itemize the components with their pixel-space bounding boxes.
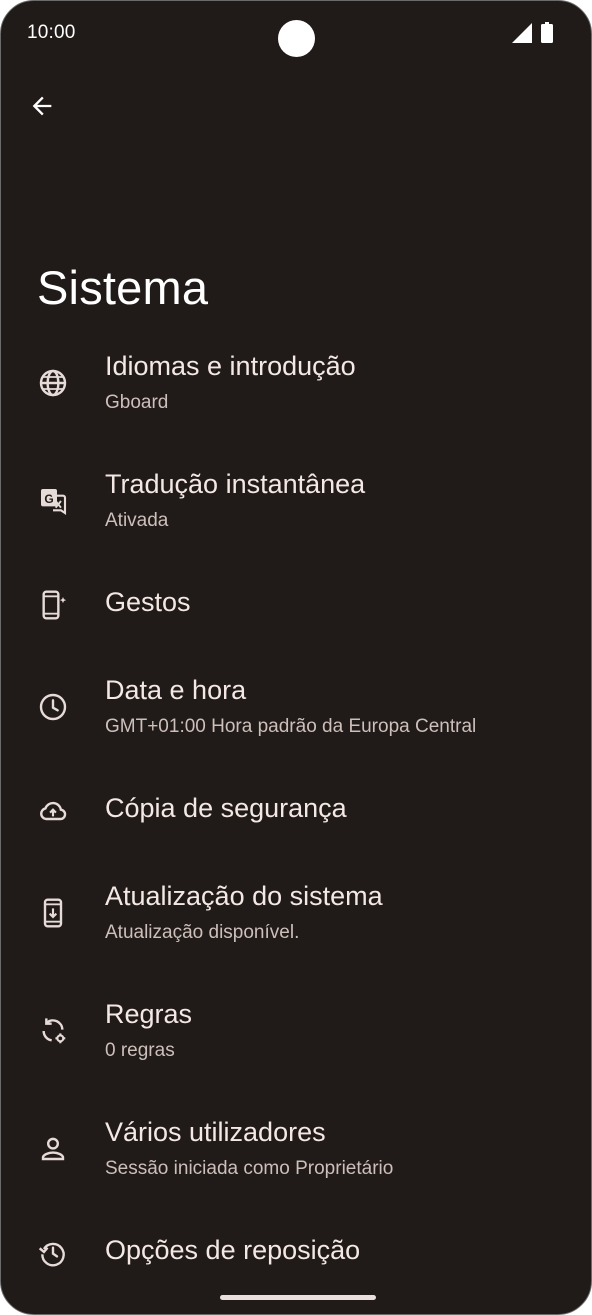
item-title: Tradução instantânea	[105, 469, 366, 499]
item-subtitle: Ativada	[105, 510, 169, 531]
arrow-back-icon	[32, 96, 52, 116]
item-subtitle: Atualização disponível.	[105, 922, 300, 943]
settings-item-languages[interactable]: Idiomas e introdução Gboard	[1, 331, 591, 441]
home-indicator[interactable]	[220, 1295, 376, 1300]
item-title: Data e hora	[105, 675, 247, 705]
gestures-phone-icon	[42, 590, 67, 620]
front-camera	[278, 20, 315, 57]
item-subtitle: Gboard	[105, 392, 169, 413]
translate-icon: G	[41, 489, 67, 515]
svg-text:G: G	[44, 492, 53, 506]
settings-item-rules[interactable]: Regras 0 regras	[1, 979, 591, 1089]
item-title: Regras	[105, 999, 193, 1029]
item-title: Idiomas e introdução	[105, 351, 356, 381]
settings-item-live-translate[interactable]: G Tradução instantânea Ativada	[1, 449, 591, 559]
settings-item-reset-options[interactable]: Opções de reposição	[1, 1215, 591, 1295]
status-time: 10:00	[27, 22, 76, 43]
item-title: Vários utilizadores	[105, 1117, 326, 1147]
globe-icon	[39, 369, 67, 397]
page-title: Sistema	[37, 261, 209, 315]
settings-item-multiple-users[interactable]: Vários utilizadores Sessão iniciada como…	[1, 1097, 591, 1207]
item-title: Opções de reposição	[105, 1235, 361, 1265]
back-button[interactable]	[21, 85, 63, 127]
settings-item-date-time[interactable]: Data e hora GMT+01:00 Hora padrão da Eur…	[1, 655, 591, 765]
system-update-icon	[43, 898, 63, 928]
cloud-upload-icon	[40, 801, 67, 821]
item-subtitle: Sessão iniciada como Proprietário	[105, 1158, 394, 1179]
settings-item-system-update[interactable]: Atualização do sistema Atualização dispo…	[1, 861, 591, 971]
rules-icon	[42, 1018, 66, 1044]
clock-icon	[39, 693, 67, 721]
item-title: Cópia de segurança	[105, 793, 347, 823]
phone-screen: 10:00 Sistema Idiomas e introdução Gboar…	[0, 0, 592, 1315]
cell-signal-icon	[512, 23, 532, 43]
item-subtitle: 0 regras	[105, 1040, 175, 1061]
item-title: Atualização do sistema	[105, 881, 383, 911]
person-icon	[41, 1137, 65, 1161]
battery-icon	[541, 22, 553, 43]
history-icon	[38, 1242, 65, 1267]
status-bar: 10:00	[1, 1, 591, 65]
settings-item-backup[interactable]: Cópia de segurança	[1, 773, 591, 853]
item-title: Gestos	[105, 587, 191, 617]
settings-item-gestures[interactable]: Gestos	[1, 567, 591, 647]
item-subtitle: GMT+01:00 Hora padrão da Europa Central	[105, 716, 477, 737]
